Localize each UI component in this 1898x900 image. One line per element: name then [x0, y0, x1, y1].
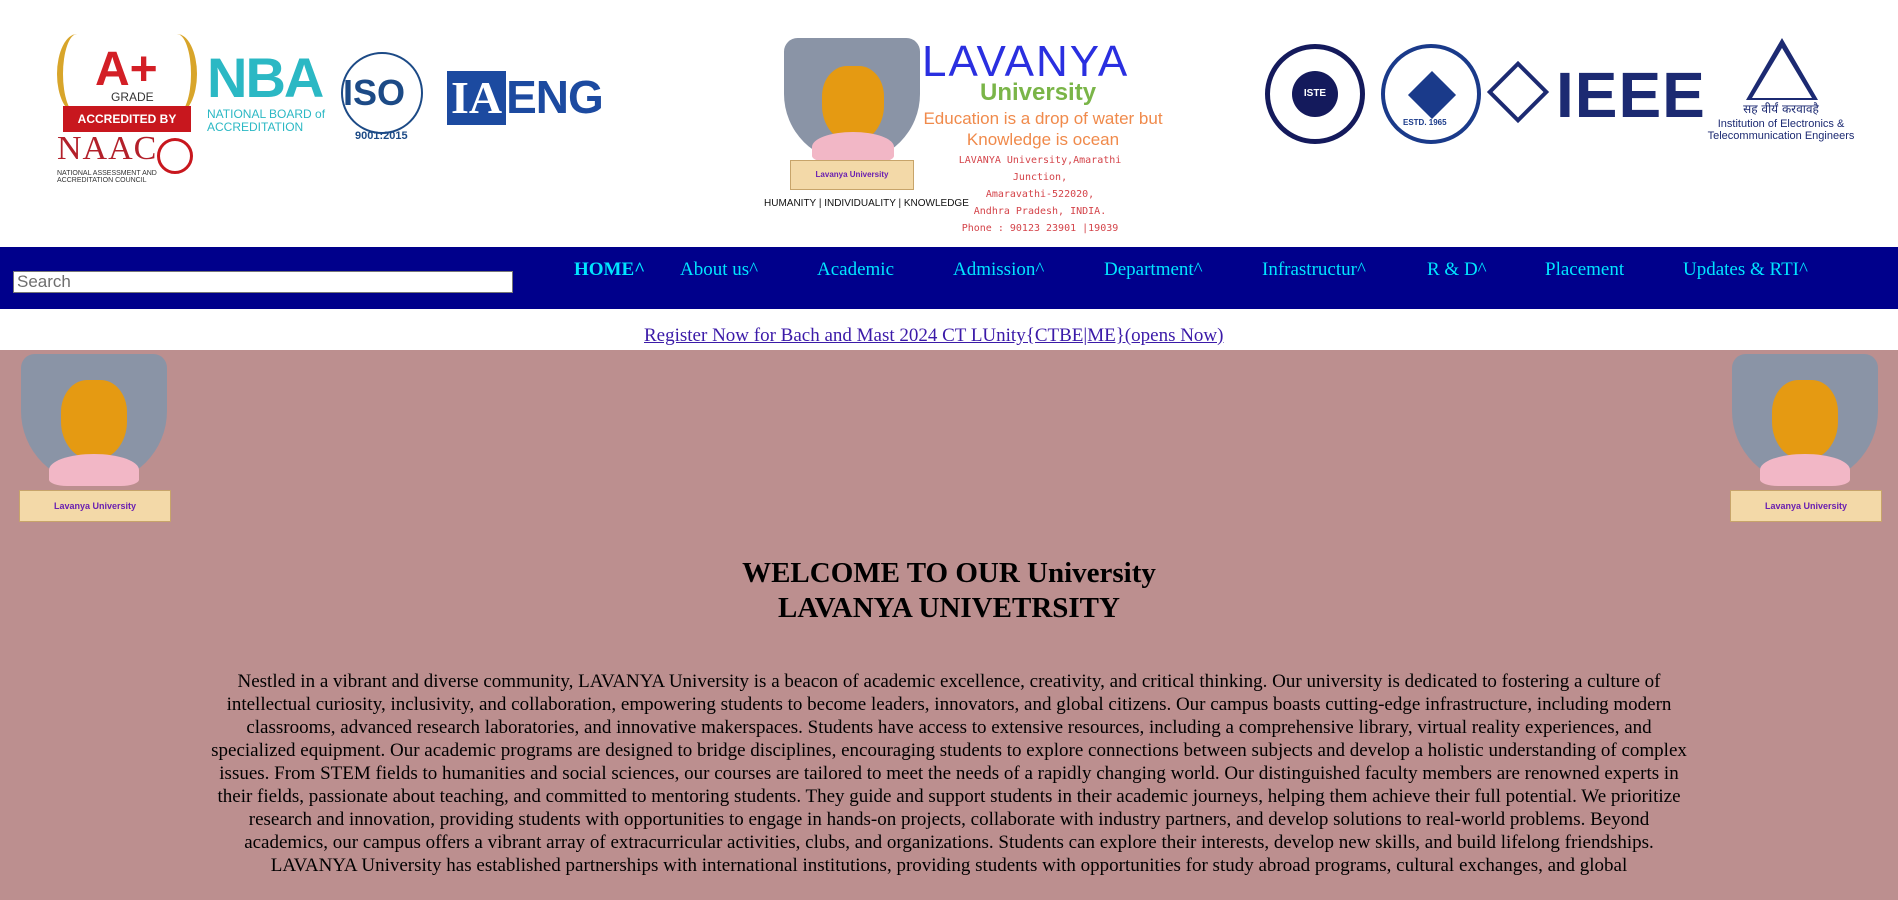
triangle-inner-icon: [1752, 48, 1812, 98]
welcome-line-2: LAVANYA UNIVETRSITY: [778, 592, 1120, 624]
nav-item-r-and-d[interactable]: R & D^: [1427, 259, 1487, 281]
nav-item-home[interactable]: HOME^: [574, 259, 645, 281]
nav-item-updates-rti[interactable]: Updates & RTI^: [1683, 259, 1808, 281]
iete-hindi-motto: सह वीर्यं करवावहै: [1743, 102, 1819, 116]
ieee-logo: IEEE: [1486, 59, 1705, 131]
iste-logo: ISTE: [1265, 44, 1365, 144]
address-line: Andhra Pradesh, INDIA.: [973, 206, 1107, 217]
university-name: LAVANYA: [922, 37, 1130, 86]
naac-name: NAAC: [57, 130, 158, 167]
about-paragraph-1: Nestled in a vibrant and diverse communi…: [211, 671, 1687, 853]
site-header: A+ GRADE ACCREDITED BY NAAC NATIONAL ASS…: [0, 0, 1898, 247]
iete-logo: सह वीर्यं करवावहै Institution of Electro…: [1706, 38, 1856, 142]
iso-name: ISO: [343, 72, 406, 113]
nav-item-admission[interactable]: Admission^: [953, 259, 1044, 281]
welcome-line-1: WELCOME TO OUR University: [742, 557, 1156, 589]
nav-item-academic[interactable]: Academic: [817, 259, 894, 281]
university-sub: University: [980, 79, 1097, 106]
ieee-name: IEEE: [1556, 59, 1706, 131]
laurel-left-icon: [57, 34, 97, 114]
laurel-right-icon: [157, 34, 197, 114]
left-emblem: Lavanya University: [17, 354, 173, 526]
register-strip: Register Now for Bach and Mast 2024 CT L…: [0, 309, 1898, 350]
iaeng-part1: IA: [447, 71, 507, 125]
about-paragraph-2: LAVANYA University has established partn…: [270, 855, 1628, 876]
nba-full-name: NATIONAL BOARD of ACCREDITATION: [207, 107, 326, 134]
main-content: Lavanya University Lavanya University WE…: [0, 350, 1898, 900]
iste-name: ISTE: [1292, 71, 1338, 117]
naac-seal-icon: [157, 138, 193, 174]
iaeng-logo: IAENG: [447, 70, 617, 126]
nav-item-placement[interactable]: Placement: [1545, 259, 1624, 281]
pot-icon: [61, 380, 127, 460]
about-text: Nestled in a vibrant and diverse communi…: [205, 670, 1693, 877]
right-emblem: Lavanya University: [1728, 354, 1884, 526]
naac-grade-label: GRADE: [111, 90, 154, 104]
nav-item-about-us[interactable]: About us^: [680, 259, 758, 281]
iso-logo: ISO 9001:2015: [335, 42, 430, 142]
lotus-icon: [49, 454, 139, 486]
iso-number: 9001:2015: [355, 130, 408, 142]
csi-estd: ESTD. 1965: [1403, 118, 1447, 127]
emblem-scroll: Lavanya University: [19, 490, 171, 522]
address-line: Amaravathi-522020,: [985, 189, 1095, 200]
naac-ribbon: ACCREDITED BY: [63, 106, 191, 132]
pot-icon: [1772, 380, 1838, 460]
diamond-icon: [1407, 70, 1457, 120]
iete-name: Institution of Electronics & Telecommuni…: [1707, 118, 1855, 142]
search-input[interactable]: [13, 271, 513, 293]
iaeng-part2: ENG: [506, 71, 604, 123]
pot-icon: [822, 66, 884, 142]
emblem-scroll: Lavanya University: [790, 160, 914, 190]
register-link[interactable]: Register Now for Bach and Mast 2024 CT L…: [644, 325, 1223, 347]
address-line: Phone : 90123 23901 |19039: [961, 223, 1119, 234]
university-address: LAVANYA University,Amarathi Junction, Am…: [930, 152, 1150, 237]
address-line: LAVANYA University,Amarathi Junction,: [958, 155, 1122, 183]
nba-name: NBA: [207, 46, 324, 109]
lotus-icon: [812, 132, 894, 162]
naac-full-name: NATIONAL ASSESSMENT AND ACCREDITATION CO…: [57, 170, 157, 184]
emblem-scroll: Lavanya University: [1730, 490, 1882, 522]
university-emblem: Lavanya University: [782, 36, 922, 196]
university-motto: Education is a drop of water but Knowled…: [923, 109, 1163, 149]
naac-logo: A+ GRADE ACCREDITED BY NAAC NATIONAL ASS…: [55, 30, 197, 184]
ieee-diamond-icon: [1486, 60, 1550, 124]
nav-bar: HOME^ About us^ Academic Admission^ Depa…: [0, 247, 1898, 309]
csi-logo: ESTD. 1965: [1381, 44, 1481, 144]
lotus-icon: [1760, 454, 1850, 486]
welcome-heading: WELCOME TO OUR University LAVANYA UNIVET…: [0, 556, 1898, 626]
nav-item-infrastructure[interactable]: Infrastructur^: [1262, 259, 1366, 281]
nba-logo: NBA NATIONAL BOARD of ACCREDITATION: [207, 48, 327, 138]
nav-item-department[interactable]: Department^: [1104, 259, 1203, 281]
naac-grade-mark: A+: [95, 43, 158, 96]
